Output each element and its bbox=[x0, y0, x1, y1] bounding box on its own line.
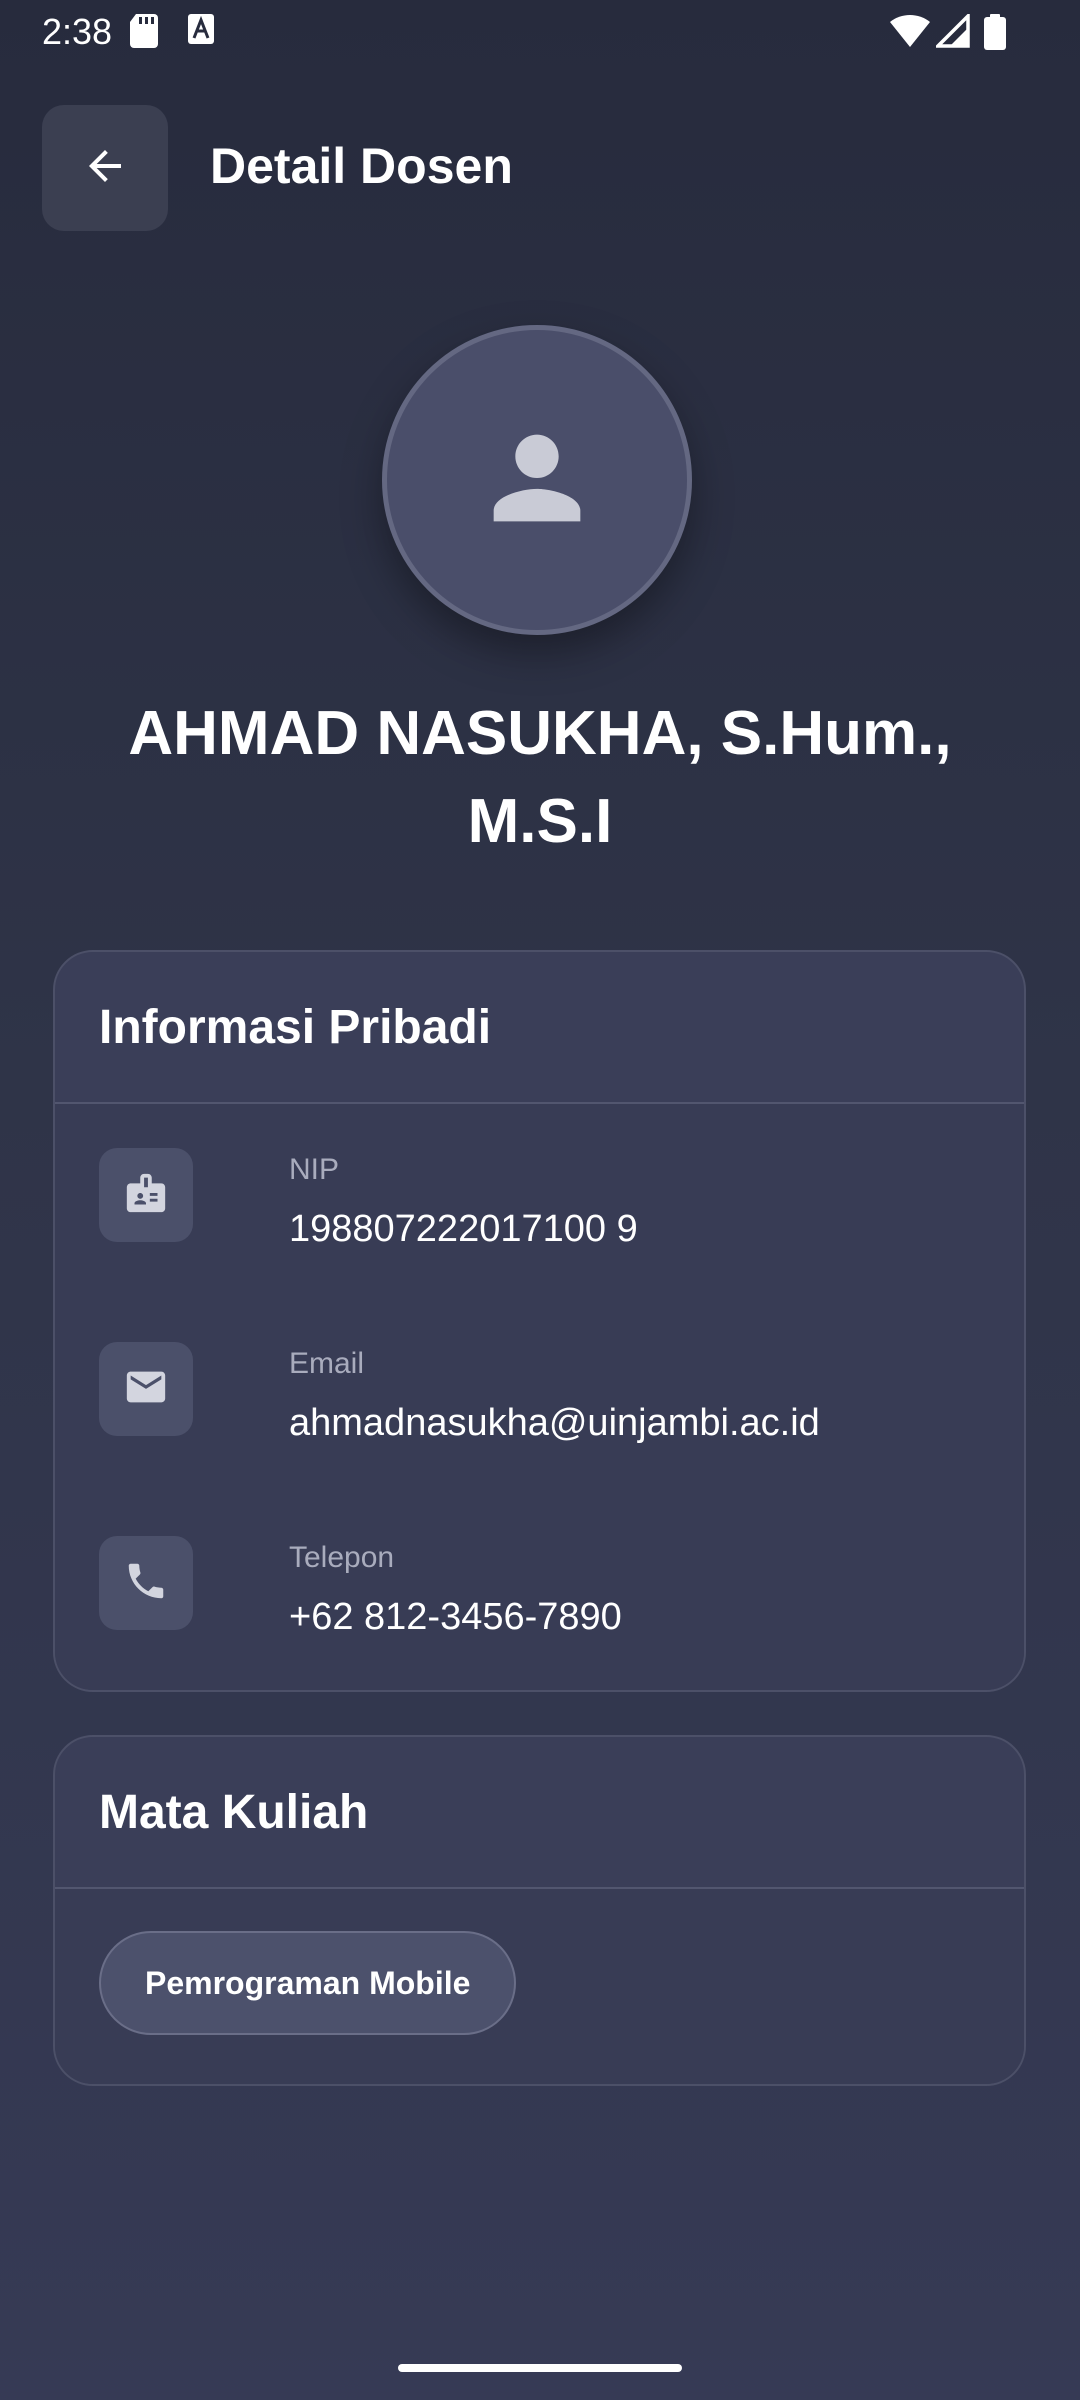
avatar bbox=[382, 325, 692, 635]
nip-label: NIP bbox=[289, 1153, 340, 1186]
arrow-back-icon bbox=[81, 142, 129, 195]
battery-icon bbox=[984, 14, 1006, 50]
phone-value: +62 812-3456-7890 bbox=[289, 1596, 622, 1638]
signal-icon bbox=[933, 11, 970, 50]
status-time: 2:38 bbox=[42, 11, 113, 52]
lecturer-name: AHMAD NASUKHA, S.Hum., M.S.I bbox=[128, 699, 952, 856]
info-row-nip: NIP 198807222017100 9 bbox=[99, 1148, 979, 1268]
person-icon bbox=[472, 413, 602, 548]
courses-body: Pemrograman Mobile bbox=[55, 1889, 1024, 2084]
courses-title: Mata Kuliah bbox=[99, 1785, 369, 1839]
info-row-phone: Telepon +62 812-3456-7890 bbox=[99, 1536, 979, 1656]
a-icon bbox=[188, 14, 214, 50]
badge-icon bbox=[123, 1170, 169, 1221]
wifi-icon bbox=[890, 14, 930, 50]
phone-label: Telepon bbox=[289, 1541, 395, 1574]
info-row-email: Email ahmadnasukha@uinjambi.ac.id bbox=[99, 1342, 979, 1462]
info-icon-box bbox=[99, 1148, 193, 1242]
personal-info-card: Informasi Pribadi NIP 198807222017100 9 … bbox=[53, 950, 1026, 1692]
status-bar: 2:38 bbox=[0, 0, 1080, 64]
info-icon-box bbox=[99, 1536, 193, 1630]
back-button[interactable] bbox=[42, 105, 168, 231]
info-icon-box bbox=[99, 1342, 193, 1436]
personal-info-header: Informasi Pribadi bbox=[55, 952, 1024, 1104]
nip-value: 198807222017100 9 bbox=[289, 1208, 638, 1250]
email-icon bbox=[123, 1364, 169, 1415]
courses-card: Mata Kuliah Pemrograman Mobile bbox=[53, 1735, 1026, 2086]
home-indicator[interactable] bbox=[398, 2364, 682, 2372]
courses-header: Mata Kuliah bbox=[55, 1737, 1024, 1889]
course-chip[interactable]: Pemrograman Mobile bbox=[99, 1931, 517, 2035]
personal-info-title: Informasi Pribadi bbox=[99, 1000, 492, 1054]
sd-card-icon bbox=[130, 14, 158, 50]
personal-info-body: NIP 198807222017100 9 Email ahmadnasukha… bbox=[55, 1104, 1024, 1690]
email-value: ahmadnasukha@uinjambi.ac.id bbox=[289, 1402, 820, 1444]
page-title: Detail Dosen bbox=[210, 138, 513, 194]
phone-icon bbox=[123, 1558, 169, 1609]
email-label: Email bbox=[289, 1347, 365, 1380]
